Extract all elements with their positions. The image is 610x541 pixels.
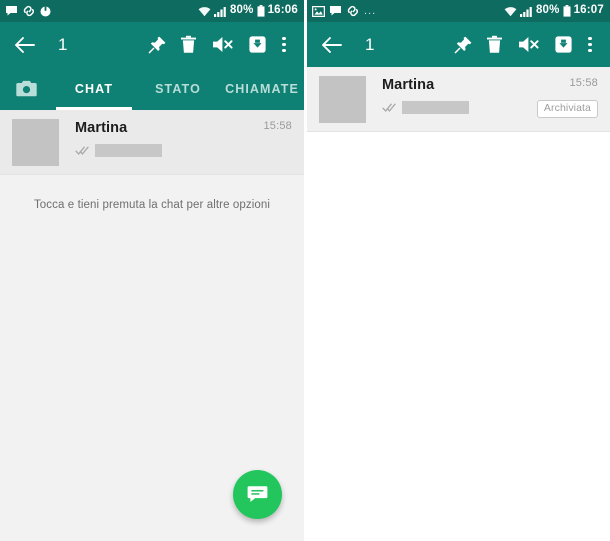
- status-bar-system-icons-right: 80% 16:07: [504, 5, 604, 17]
- battery-icon: [257, 5, 265, 17]
- tab-stato[interactable]: STATO: [136, 67, 220, 110]
- delete-button[interactable]: [173, 25, 204, 65]
- double-check-icon: [75, 145, 90, 156]
- clock-label: 16:07: [573, 4, 604, 17]
- trash-icon: [486, 35, 503, 54]
- signal-bars-icon: [519, 6, 533, 17]
- selection-hint-text: Tocca e tieni premuta la chat per altre …: [33, 199, 271, 211]
- archive-button[interactable]: [548, 25, 579, 65]
- chat-timestamp: 15:58: [569, 77, 598, 89]
- message-bubble-icon: [329, 5, 342, 17]
- tab-chat[interactable]: CHAT: [52, 67, 136, 110]
- more-vertical-icon: [588, 36, 592, 53]
- chat-row-body: Martina: [366, 76, 537, 114]
- overflow-menu-button[interactable]: [579, 25, 601, 65]
- toolbar-actions-left: [142, 25, 295, 65]
- tab-chiamate-label: CHIAMATE: [225, 81, 299, 96]
- chat-contact-name: Martina: [75, 120, 128, 136]
- status-bar-notification-icons-right: ...: [312, 5, 504, 17]
- trash-icon: [180, 35, 197, 54]
- pin-button[interactable]: [448, 25, 479, 65]
- selection-count-label: 1: [365, 35, 375, 54]
- pin-button[interactable]: [142, 25, 173, 65]
- delete-button[interactable]: [479, 25, 510, 65]
- status-bar-overflow-dots: ...: [364, 4, 377, 17]
- selection-count-label: 1: [58, 35, 68, 54]
- selection-toolbar-left: 1: [0, 22, 304, 67]
- chat-row-body: Martina: [59, 119, 263, 157]
- chat-list-left: Martina 15:58 Tocca e tieni premuta la c…: [0, 110, 304, 211]
- archive-box-icon: [554, 35, 573, 54]
- archive-button[interactable]: [242, 25, 273, 65]
- circle-icon: [40, 6, 51, 17]
- new-chat-icon: [247, 485, 268, 504]
- avatar: [12, 119, 59, 166]
- battery-percent-label: 80%: [229, 4, 254, 17]
- signal-bars-icon: [213, 6, 227, 17]
- pin-icon: [454, 35, 473, 54]
- battery-icon: [563, 5, 571, 17]
- overflow-menu-button[interactable]: [273, 25, 295, 65]
- new-chat-fab[interactable]: [233, 470, 282, 519]
- status-bar-left: 80% 16:06: [0, 0, 304, 22]
- battery-percent-label: 80%: [535, 4, 560, 17]
- tab-camera[interactable]: [0, 67, 52, 110]
- camera-icon: [15, 80, 37, 97]
- tab-stato-label: STATO: [155, 81, 201, 96]
- status-bar-right: ... 80% 16:07: [307, 0, 610, 22]
- archive-box-icon: [248, 35, 267, 54]
- clock-label: 16:06: [267, 4, 298, 17]
- redacted-message-preview: [95, 143, 162, 157]
- chat-row-preview: [75, 143, 263, 157]
- back-button[interactable]: [317, 36, 345, 54]
- chat-row-preview: [382, 100, 537, 114]
- phone-screenshot-right: ... 80% 16:07 1 Martina 15:58 Archiviata: [307, 0, 610, 541]
- back-arrow-icon: [14, 36, 35, 54]
- chat-list-empty-area-right: [307, 132, 610, 541]
- message-bubble-icon: [5, 5, 18, 17]
- chat-list-right: Martina 15:58 Archiviata: [307, 67, 610, 132]
- tab-bar: CHAT STATO CHIAMATE: [0, 67, 304, 110]
- more-vertical-icon: [282, 36, 286, 53]
- redacted-message-preview: [402, 100, 469, 114]
- wifi-icon: [504, 6, 517, 17]
- mute-speaker-icon: [518, 35, 540, 54]
- chat-contact-name: Martina: [382, 77, 435, 93]
- double-check-icon: [382, 102, 397, 113]
- selection-toolbar-right: 1: [307, 22, 610, 67]
- tab-chiamate[interactable]: CHIAMATE: [220, 67, 304, 110]
- status-bar-system-icons: 80% 16:06: [198, 5, 298, 17]
- table-row[interactable]: Martina 15:58 Archiviata: [307, 67, 610, 131]
- screenshot-root: 80% 16:06 1 CHAT STATO CHIAMATE Martina …: [0, 0, 610, 541]
- table-row[interactable]: Martina 15:58: [0, 110, 304, 174]
- back-arrow-icon: [321, 36, 342, 54]
- wifi-icon: [198, 6, 211, 17]
- link-icon: [22, 5, 36, 17]
- pin-icon: [148, 35, 167, 54]
- mute-button[interactable]: [510, 25, 548, 65]
- chat-row-meta: 15:58: [263, 119, 292, 132]
- mute-speaker-icon: [212, 35, 234, 54]
- back-button[interactable]: [10, 36, 38, 54]
- tab-chat-label: CHAT: [74, 81, 114, 96]
- chat-timestamp: 15:58: [263, 120, 292, 132]
- mute-button[interactable]: [204, 25, 242, 65]
- toolbar-actions-right: [448, 25, 601, 65]
- status-bar-notification-icons: [5, 5, 198, 17]
- status-badge: Archiviata: [536, 100, 598, 118]
- chat-row-meta: 15:58 Archiviata: [536, 76, 598, 118]
- image-icon: [312, 5, 325, 17]
- link-icon: [346, 5, 360, 17]
- phone-screenshot-left: 80% 16:06 1 CHAT STATO CHIAMATE Martina …: [0, 0, 304, 541]
- avatar: [319, 76, 366, 123]
